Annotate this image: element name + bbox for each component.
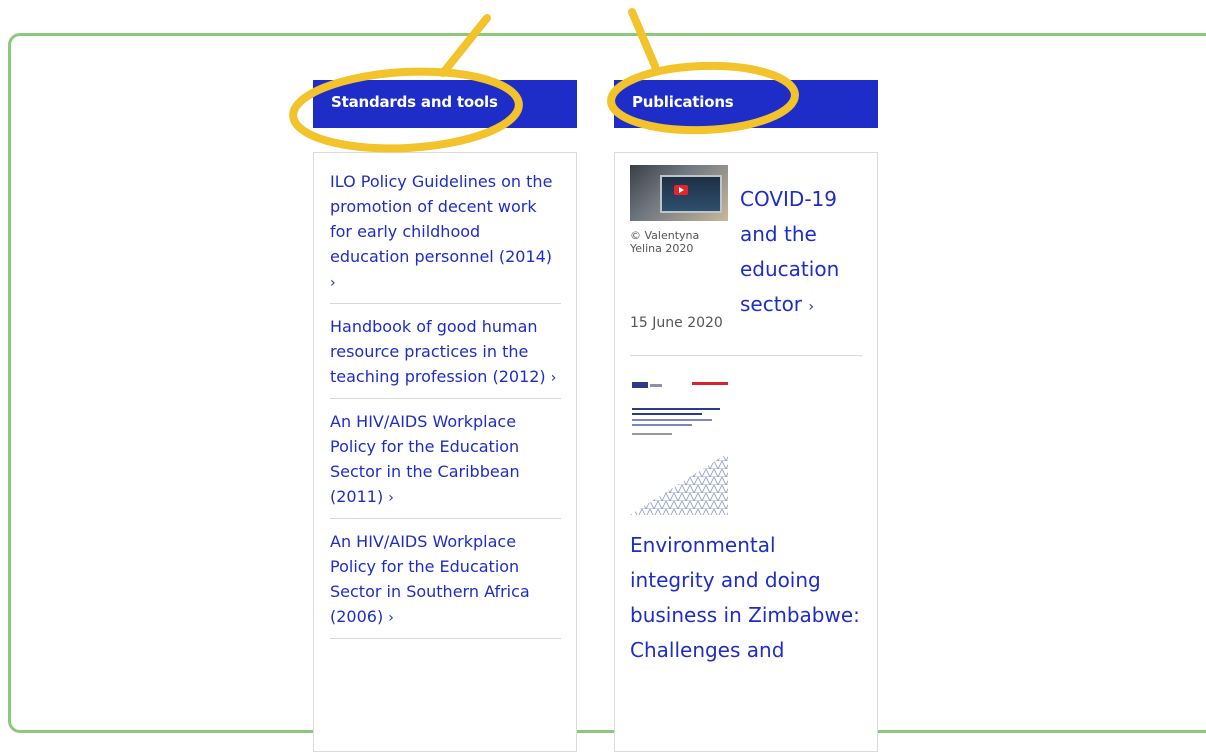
logo-text-mark [650, 384, 662, 387]
publication-link-covid[interactable]: COVID-19 and the education sector › [740, 182, 858, 325]
list-item: Handbook of good human resource practice… [330, 314, 561, 399]
content-frame [8, 33, 1206, 733]
cover-subtitle-line [632, 424, 692, 426]
play-icon [674, 185, 688, 195]
cover-title-line [632, 408, 720, 410]
publication-title: COVID-19 and the education sector [740, 187, 840, 316]
red-band [692, 382, 728, 385]
chevron-right-icon: › [550, 370, 557, 386]
list-item: An HIV/AIDS Workplace Policy for the Edu… [330, 529, 561, 639]
ilo-logo-icon [632, 382, 648, 388]
report-cover-thumbnail-icon[interactable] [630, 378, 728, 516]
laptop-screen [660, 175, 722, 213]
chevron-right-icon: › [330, 275, 336, 291]
publication-link-zimbabwe[interactable]: Environmental integrity and doing busine… [630, 528, 860, 668]
cover-author-line [632, 433, 672, 435]
cover-subtitle-line [632, 419, 712, 421]
publications-column: Publications © Valentyna Yelina 2020 COV… [614, 80, 878, 752]
tool-link-2[interactable]: An HIV/AIDS Workplace Policy for the Edu… [330, 409, 561, 511]
list-item: An HIV/AIDS Workplace Policy for the Edu… [330, 409, 561, 519]
tool-link-label: ILO Policy Guidelines on the promotion o… [330, 172, 553, 266]
photo-credit: © Valentyna Yelina 2020 [630, 229, 700, 255]
tool-link-label: An HIV/AIDS Workplace Policy for the Edu… [330, 532, 530, 626]
tool-link-0[interactable]: ILO Policy Guidelines on the promotion o… [330, 169, 561, 296]
standards-column: Standards and tools ILO Policy Guideline… [313, 80, 577, 752]
cover-title-line [632, 413, 702, 415]
chevron-right-icon: › [388, 610, 394, 626]
publications-list: © Valentyna Yelina 2020 COVID-19 and the… [614, 152, 878, 752]
publication-item: © Valentyna Yelina 2020 COVID-19 and the… [630, 165, 862, 356]
triangle-pattern-icon [630, 453, 728, 515]
tool-link-1[interactable]: Handbook of good human resource practice… [330, 314, 561, 391]
tool-link-3[interactable]: An HIV/AIDS Workplace Policy for the Edu… [330, 529, 561, 631]
chevron-right-icon: › [808, 299, 814, 315]
laptop-video-thumbnail-icon[interactable] [630, 165, 728, 221]
publications-header: Publications [614, 80, 878, 128]
publication-date: 15 June 2020 [630, 315, 723, 331]
tool-link-label: Handbook of good human resource practice… [330, 317, 546, 386]
standards-list: ILO Policy Guidelines on the promotion o… [313, 152, 577, 752]
list-item: ILO Policy Guidelines on the promotion o… [330, 169, 561, 304]
tool-link-label: An HIV/AIDS Workplace Policy for the Edu… [330, 412, 520, 506]
chevron-right-icon: › [388, 490, 394, 506]
standards-header: Standards and tools [313, 80, 577, 128]
